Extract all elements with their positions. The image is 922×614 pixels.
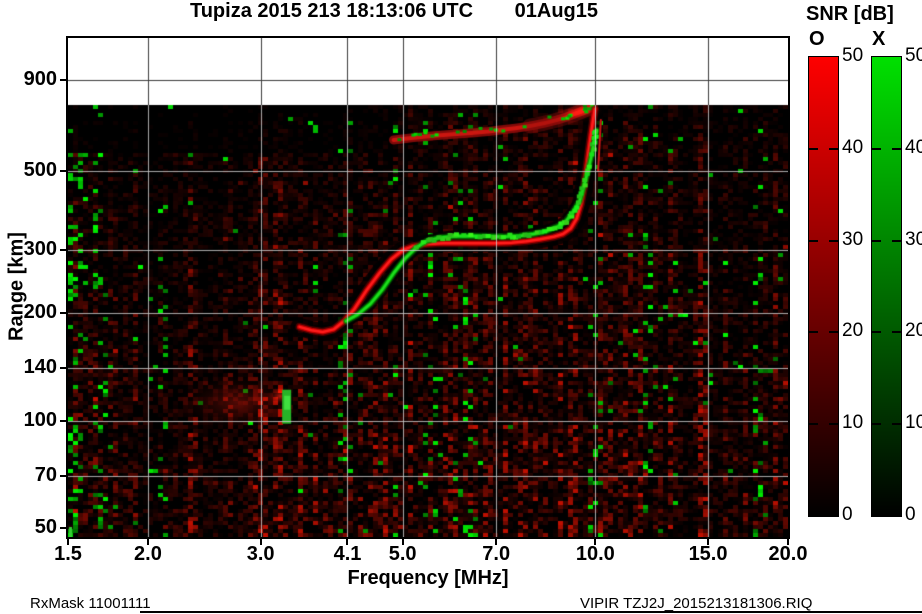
colorbar-tick-dash — [892, 331, 901, 333]
y-tick-label: 900 — [0, 68, 57, 91]
x-axis-tick — [495, 539, 497, 545]
x-tick-label: 1.5 — [43, 543, 93, 566]
rxmask-text: RxMask 11001111 — [30, 595, 151, 612]
colorbar-tick-dash — [809, 331, 818, 333]
y-axis-tick — [60, 312, 67, 314]
colorbar-tick-dash — [829, 331, 838, 333]
y-tick-label: 100 — [0, 409, 57, 432]
x-axis-tick — [707, 539, 709, 545]
x-axis-tick — [260, 539, 262, 545]
y-axis-tick — [60, 79, 67, 81]
x-axis-tick — [594, 539, 596, 545]
y-axis-tick — [60, 420, 67, 422]
snr-colorbar-title: SNR [dB] — [806, 3, 894, 26]
chart-header: Tupiza 2015 213 18:13:06 UTC 01Aug15 — [0, 0, 788, 23]
y-tick-label: 50 — [0, 516, 57, 539]
colorbar-tick-dash — [809, 240, 818, 242]
colorbar-tick-dash — [829, 240, 838, 242]
colorbar-tick-label: 20 — [905, 320, 922, 342]
y-tick-label: 70 — [0, 464, 57, 487]
x-axis-tick — [67, 539, 69, 545]
chart-title: Tupiza 2015 213 18:13:06 UTC — [190, 0, 473, 22]
colorbar-tick-label: 30 — [842, 229, 882, 251]
colorbar-tick-label: 10 — [905, 412, 922, 434]
colorbar-tick-label: 0 — [842, 504, 882, 526]
colorbar-tick-label: 50 — [905, 45, 922, 67]
bottom-rule — [140, 611, 922, 613]
x-tick-label: 20.0 — [763, 543, 813, 566]
y-axis-title: Range [km] — [6, 187, 29, 387]
colorbar-tick-dash — [892, 148, 901, 150]
colorbar-tick-dash — [809, 423, 818, 425]
x-tick-label: 7.0 — [471, 543, 521, 566]
o-mode-label: O — [809, 28, 825, 51]
colorbar-tick-dash — [809, 148, 818, 150]
colorbar-tick-label: 20 — [842, 320, 882, 342]
x-tick-label: 10.0 — [570, 543, 620, 566]
y-tick-label: 500 — [0, 159, 57, 182]
colorbar-tick-label: 30 — [905, 229, 922, 251]
x-tick-label: 4.1 — [322, 543, 372, 566]
colorbar-tick-label: 40 — [905, 137, 922, 159]
colorbar-tick-dash — [892, 240, 901, 242]
colorbar-tick-label: 10 — [842, 412, 882, 434]
colorbar-tick-dash — [892, 423, 901, 425]
filename-text: VIPIR TZJ2J_2015213181306.RIQ — [580, 595, 812, 612]
y-axis-tick — [60, 170, 67, 172]
y-axis-tick — [60, 527, 67, 529]
x-tick-label: 2.0 — [123, 543, 173, 566]
x-tick-label: 5.0 — [378, 543, 428, 566]
x-axis-tick — [787, 539, 789, 545]
y-axis-tick — [60, 367, 67, 369]
x-tick-label: 15.0 — [683, 543, 733, 566]
chart-date: 01Aug15 — [515, 0, 598, 22]
colorbar-tick-dash — [829, 423, 838, 425]
y-axis-tick — [60, 475, 67, 477]
x-axis-tick — [346, 539, 348, 545]
colorbar-tick-dash — [829, 148, 838, 150]
ionogram-canvas — [68, 38, 788, 537]
colorbar-tick-label: 0 — [905, 504, 922, 526]
colorbar-tick-label: 40 — [842, 137, 882, 159]
x-mode-colorbar — [871, 56, 902, 517]
plot-frame — [66, 36, 790, 539]
x-axis-title: Frequency [MHz] — [68, 567, 788, 590]
x-axis-tick — [147, 539, 149, 545]
o-mode-colorbar — [808, 56, 839, 517]
x-axis-tick — [402, 539, 404, 545]
app-root: Tupiza 2015 213 18:13:06 UTC 01Aug15 900… — [0, 0, 922, 614]
colorbar-tick-label: 50 — [842, 45, 882, 67]
y-axis-tick — [60, 249, 67, 251]
x-tick-label: 3.0 — [236, 543, 286, 566]
